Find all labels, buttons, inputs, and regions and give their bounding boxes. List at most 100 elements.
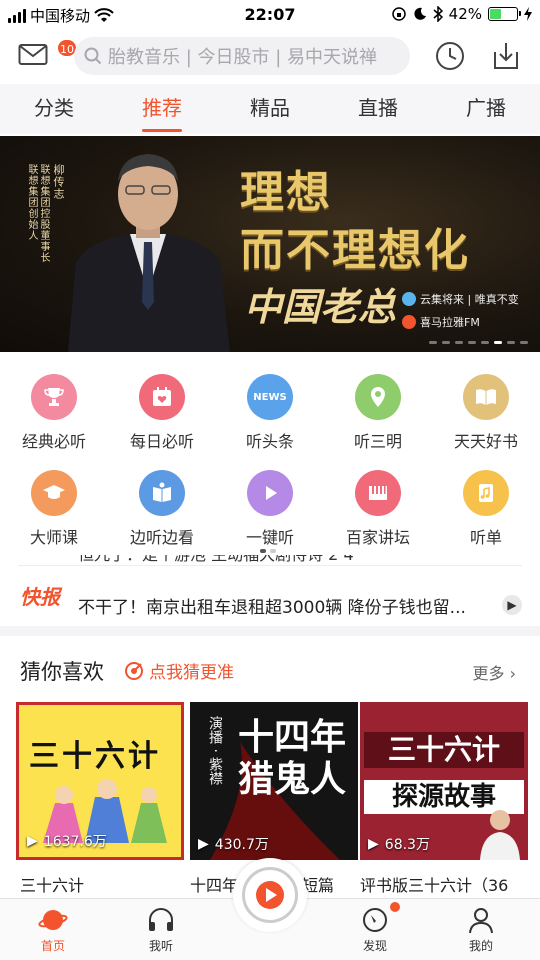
trophy-icon (31, 374, 77, 420)
refine-guess-button[interactable]: 点我猜更准 (124, 658, 234, 683)
play-icon: ▶ (198, 836, 209, 852)
shortcut-daily[interactable]: 每日必听 (108, 368, 216, 464)
home-planet-icon (38, 910, 68, 930)
tabbar-home[interactable]: 首页 (18, 905, 88, 954)
shortcut-label: 天天好书 (453, 432, 518, 451)
shortcut-headlines[interactable]: NEWS 听头条 (216, 368, 324, 464)
shortcut-sanming[interactable]: 听三明 (324, 368, 432, 464)
music-note-icon (463, 470, 509, 516)
album-cover-title: 十四年猎鬼人 (238, 716, 347, 800)
compass-icon (363, 908, 387, 932)
shortcut-lecture-room[interactable]: 百家讲坛 (324, 464, 432, 560)
shortcut-master-class[interactable]: 大师课 (0, 464, 108, 560)
news-flash-text[interactable]: 不干了！南京出租车退租超3000辆 降份子钱也留... (78, 593, 498, 618)
banner-pagination (429, 341, 528, 344)
tabbar-me[interactable]: 我的 (446, 905, 516, 954)
play-icon (256, 881, 284, 909)
pagination-dot (507, 341, 515, 344)
search-input[interactable]: 胎教音乐 | 今日股市 | 易中天说禅 (74, 37, 410, 75)
banner-person-image (68, 154, 230, 352)
location-pin-icon (355, 374, 401, 420)
bluetooth-icon (433, 6, 443, 22)
banner-app-logo: 喜马拉雅FM (402, 314, 480, 330)
section-separator (0, 626, 540, 636)
search-placeholder: 胎教音乐 | 今日股市 | 易中天说禅 (108, 47, 378, 68)
target-icon (125, 661, 143, 680)
chevron-right-icon[interactable]: ▶ (502, 595, 522, 615)
mail-button[interactable]: 10 (18, 38, 78, 66)
promo-banner[interactable]: 柳传志 联想集团控股董事长 联想集团创始人 理想 而不理想化 中国老总 云集将来… (0, 136, 540, 352)
tab-category[interactable]: 分类 (0, 84, 108, 134)
discover-notification-dot (390, 902, 400, 912)
news-icon: NEWS (247, 374, 293, 420)
ticker-divider (18, 565, 522, 566)
category-tabs: 分类 推荐 精品 直播 广播 (0, 84, 540, 134)
tab-recommend[interactable]: 推荐 (108, 84, 216, 134)
moon-icon (414, 7, 426, 20)
album-card[interactable]: 演播 · 紫襟 十四年猎鬼人 ▶ 430.7万 (190, 702, 358, 860)
recommend-cards: 三十六计 ▶ 1637.6万 演播 · 紫襟 十四年猎鬼人 ▶ 430.7万 三十六… (0, 702, 540, 862)
piano-icon (355, 470, 401, 516)
play-icon: ▶ (27, 833, 38, 849)
album-card[interactable]: 三十六计 探源故事 ▶ 68.3万 (360, 702, 528, 860)
refine-guess-label: 点我猜更准 (149, 663, 234, 683)
album-narrator: 演播 · 紫襟 (207, 716, 223, 786)
news-flash-label: 快报 (20, 585, 60, 609)
shortcut-label: 听单 (469, 528, 502, 547)
play-icon: ▶ (368, 836, 379, 852)
play-count: ▶ 430.7万 (198, 836, 269, 853)
album-cover-title: 三十六计 (364, 732, 524, 768)
tabbar-my-listening[interactable]: 我听 (126, 905, 196, 954)
tab-premium[interactable]: 精品 (216, 84, 324, 134)
tabbar-discover[interactable]: 发现 (340, 905, 410, 954)
album-card[interactable]: 三十六计 ▶ 1637.6万 (16, 702, 184, 860)
play-icon (247, 470, 293, 516)
pagination-dot (468, 341, 476, 344)
shortcut-listen-read[interactable]: 边听边看 (108, 464, 216, 560)
search-icon (84, 47, 102, 65)
shortcut-one-click[interactable]: 一键听 (216, 464, 324, 560)
banner-headline-1: 理想 (240, 167, 332, 218)
charging-icon (524, 7, 532, 21)
download-icon[interactable] (490, 40, 522, 72)
history-clock-icon[interactable] (434, 40, 466, 72)
pagination-dot (520, 341, 528, 344)
play-count: ▶ 68.3万 (368, 836, 430, 853)
calendar-heart-icon (139, 374, 185, 420)
more-link[interactable]: 更多 › (472, 660, 516, 684)
shortcut-label: 边听边看 (129, 528, 194, 547)
battery-icon (488, 7, 521, 21)
guess-section-header: 猜你喜欢 点我猜更准 更多 › (0, 648, 540, 688)
battery-percent: 42% (448, 5, 482, 23)
pagination-dot (429, 341, 437, 344)
book-icon (463, 374, 509, 420)
tab-live[interactable]: 直播 (324, 84, 432, 134)
pagination-dot (442, 341, 450, 344)
mail-icon (18, 44, 48, 65)
center-play-button[interactable] (233, 858, 307, 932)
tab-radio[interactable]: 广播 (432, 84, 540, 134)
shortcut-label: 大师课 (29, 528, 78, 547)
play-count: ▶ 1637.6万 (27, 833, 107, 850)
pagination-dot (494, 341, 502, 344)
shortcut-label: 听三明 (353, 432, 402, 451)
rotation-lock-icon (391, 7, 406, 21)
status-bar: 中国移动 22:07 42% (0, 0, 540, 30)
album-title[interactable]: 三十六计 (20, 872, 185, 896)
album-title[interactable]: 评书版三十六计（36 (360, 872, 525, 896)
headphones-icon (149, 908, 173, 931)
banner-headline-2: 而不理想化 (240, 225, 470, 276)
banner-person-name: 柳传志 (52, 164, 65, 200)
banner-program-title: 中国老总 (244, 284, 397, 329)
shortcut-label: 每日必听 (129, 432, 194, 451)
shortcut-label: 一键听 (245, 528, 294, 547)
user-icon (469, 908, 493, 934)
banner-partner-logo: 云集将来 | 唯真不变 (402, 291, 519, 307)
news-flash[interactable]: 恒九了：是个游泡 生动福大剧侍诗 2 4 快报 不干了！南京出租车退租超3000… (0, 555, 540, 633)
album-cover-title: 三十六计 (29, 739, 161, 774)
shortcut-classics[interactable]: 经典必听 (0, 368, 108, 464)
shortcut-books[interactable]: 天天好书 (432, 368, 540, 464)
shortcut-playlist[interactable]: 听单 (432, 464, 540, 560)
pagination-dot (455, 341, 463, 344)
shortcut-grid: 经典必听 每日必听 NEWS 听头条 听三明 天天好书 大师课 边听边看 一键听… (0, 368, 540, 560)
